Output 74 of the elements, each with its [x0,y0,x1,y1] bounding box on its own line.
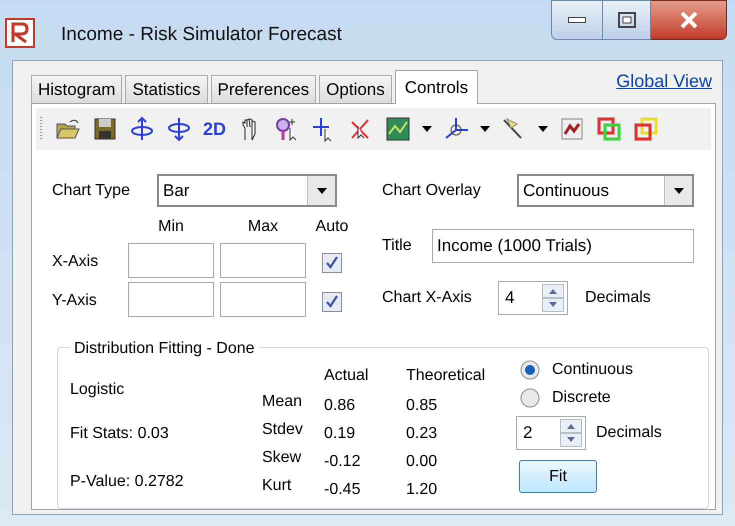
chart-icon[interactable] [559,116,586,142]
axis-max-field[interactable] [220,243,306,278]
axis-min-field[interactable] [128,243,214,278]
stat-name: Skew [262,448,302,468]
stat-value: 1.20 [406,480,438,500]
p-value-text: P-Value: 0.2782 [70,472,185,492]
title-field[interactable]: Income (1000 Trials) [432,229,694,263]
dropdown-caret-icon[interactable] [538,126,548,132]
spin-arrows-icon[interactable] [542,284,564,312]
stat-name: Stdev [262,420,304,440]
maximize-button[interactable] [603,0,651,40]
stat-value: -0.45 [324,480,362,500]
decimals-spinner[interactable]: 2 [516,416,586,450]
radio-label: Discrete [552,388,611,408]
tab[interactable]: Options [319,75,392,103]
field-label: Decimals [596,423,662,443]
dropdown-caret-icon[interactable] [480,126,490,132]
global-view-link[interactable]: Global View [616,68,712,95]
save-icon[interactable] [92,116,118,142]
view-2d-button[interactable]: 2D [203,116,226,142]
tab[interactable]: Histogram [31,75,122,103]
tab[interactable]: Statistics [125,75,208,103]
auto-checkbox[interactable] [322,292,342,312]
axis-label: Y-Axis [52,291,98,311]
rotate-axis-icon[interactable] [129,116,155,142]
stat-value: 0.85 [406,396,438,416]
dropdown-caret-icon[interactable] [674,188,684,194]
chart-overlay-dropdown[interactable]: Continuous [517,174,694,207]
overlap-squares-icon[interactable] [633,116,660,142]
spin-arrows-icon[interactable] [560,419,582,447]
distribution-name: Logistic [70,380,126,400]
minimize-icon [568,17,586,23]
maximize-icon [618,12,636,28]
toolbar-grip-icon [40,116,44,142]
dropdown-caret-icon[interactable] [316,188,326,194]
auto-checkbox[interactable] [322,252,342,272]
column-header: Actual [324,366,370,386]
field-label: Chart Overlay [382,180,482,200]
stat-value: 0.19 [324,424,356,444]
field-label: Chart Type [52,180,131,200]
close-button[interactable] [651,0,727,40]
chart-type-dropdown[interactable]: Bar [157,174,337,207]
axis-label: X-Axis [52,252,100,272]
rotate-axis-icon[interactable] [166,116,192,142]
stat-value: -0.12 [324,452,362,472]
fit-button[interactable]: Fit [519,460,597,493]
radio-button[interactable] [520,360,540,380]
stat-value: 0.00 [406,452,438,472]
fit-stats-text: Fit Stats: 0.03 [70,424,170,444]
window-title: Income - Risk Simulator Forecast [61,23,342,47]
close-icon [678,11,698,29]
axis-max-field[interactable] [220,282,306,317]
field-label: Title [382,236,413,256]
stat-name: Kurt [262,476,292,496]
dropdown-caret-icon[interactable] [422,126,432,132]
radio-button[interactable] [520,388,540,408]
minimize-button[interactable] [551,0,603,40]
stat-value: 0.23 [406,424,438,444]
field-label: Decimals [585,288,651,308]
field-label: Chart X-Axis [382,288,473,308]
overlap-squares-icon[interactable] [596,116,622,142]
stat-name: Mean [262,392,304,412]
tab[interactable]: Preferences [210,75,316,103]
app-logo-icon [5,18,35,48]
tab[interactable]: Controls [394,70,478,104]
image-icon[interactable] [385,116,412,142]
axis-min-field[interactable] [128,282,214,317]
stat-value: 0.86 [324,396,356,416]
column-header: Max [248,217,278,237]
column-header: Min [158,217,184,237]
column-header: Auto [316,217,348,237]
radio-label: Continuous [552,360,633,380]
column-header: Theoretical [406,366,486,386]
decimals-spinner[interactable]: 4 [498,281,568,315]
